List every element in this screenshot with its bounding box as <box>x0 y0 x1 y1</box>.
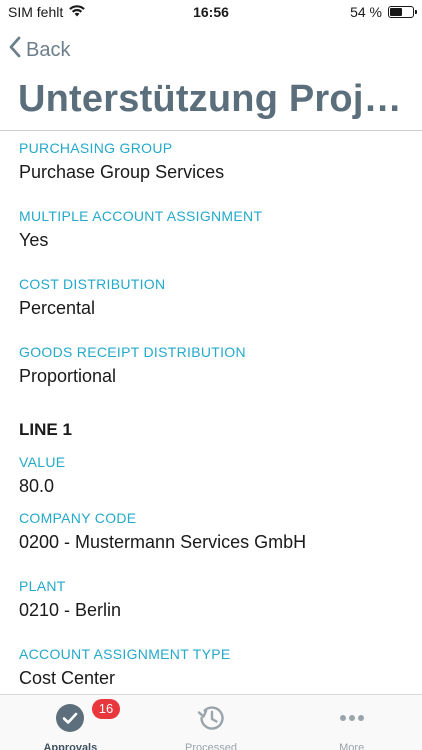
tab-more[interactable]: More <box>281 695 422 750</box>
tab-label: More <box>339 742 365 750</box>
field-value: 0210 - Berlin <box>19 600 122 620</box>
more-dots-icon <box>337 703 367 738</box>
field-value: Purchase Group Services <box>19 162 225 182</box>
battery-icon <box>388 6 417 18</box>
detail-content[interactable]: PURCHASING GROUP Purchase Group Services… <box>19 131 409 694</box>
field-label: VALUE <box>19 454 66 470</box>
field-label: COST DISTRIBUTION <box>19 276 166 292</box>
field-purchasing-group: PURCHASING GROUP Purchase Group Services <box>19 139 409 184</box>
field-value: Percental <box>19 298 96 318</box>
field-label: COMPANY CODE <box>19 510 137 526</box>
tab-label: Approvals <box>43 742 98 750</box>
back-button[interactable]: Back <box>8 35 70 65</box>
tab-approvals[interactable]: 16 Approvals <box>0 695 141 750</box>
check-circle-icon <box>55 703 85 738</box>
field-value-amount: VALUE 80.0 <box>19 453 409 498</box>
field-account-assignment-type: ACCOUNT ASSIGNMENT TYPE Cost Center <box>19 645 409 690</box>
field-label: PURCHASING GROUP <box>19 140 173 156</box>
field-multiple-account-assignment: MULTIPLE ACCOUNT ASSIGNMENT Yes <box>19 207 409 252</box>
field-company-code: COMPANY CODE 0200 - Mustermann Services … <box>19 509 409 554</box>
back-label: Back <box>26 38 71 61</box>
tab-label: Processed <box>185 742 237 750</box>
field-plant: PLANT 0210 - Berlin <box>19 577 409 622</box>
tab-processed[interactable]: Processed <box>141 695 282 750</box>
field-label: ACCOUNT ASSIGNMENT TYPE <box>19 646 231 662</box>
tab-bar: 16 Approvals Processed More <box>0 694 422 750</box>
field-cost-distribution: COST DISTRIBUTION Percental <box>19 275 409 320</box>
approvals-badge: 16 <box>92 699 120 719</box>
field-value: Yes <box>19 230 49 250</box>
status-right: 54 % <box>350 4 417 20</box>
field-value: 80.0 <box>19 476 55 496</box>
battery-percent: 54 % <box>350 4 382 20</box>
chevron-left-icon <box>8 35 22 65</box>
status-bar: SIM fehlt 16:56 54 % <box>0 0 422 24</box>
battery-fill <box>390 8 402 16</box>
field-label: GOODS RECEIPT DISTRIBUTION <box>19 344 246 360</box>
history-icon <box>195 703 227 738</box>
page-title: Unterstützung Proje… <box>18 78 408 120</box>
field-goods-receipt-distribution: GOODS RECEIPT DISTRIBUTION Proportional <box>19 343 409 388</box>
field-label: PLANT <box>19 578 66 594</box>
line-section-heading: LINE 1 <box>19 420 72 439</box>
field-label: MULTIPLE ACCOUNT ASSIGNMENT <box>19 208 263 224</box>
field-value: Cost Center <box>19 668 116 688</box>
field-value: Proportional <box>19 366 117 386</box>
field-value: 0200 - Mustermann Services GmbH <box>19 532 307 552</box>
